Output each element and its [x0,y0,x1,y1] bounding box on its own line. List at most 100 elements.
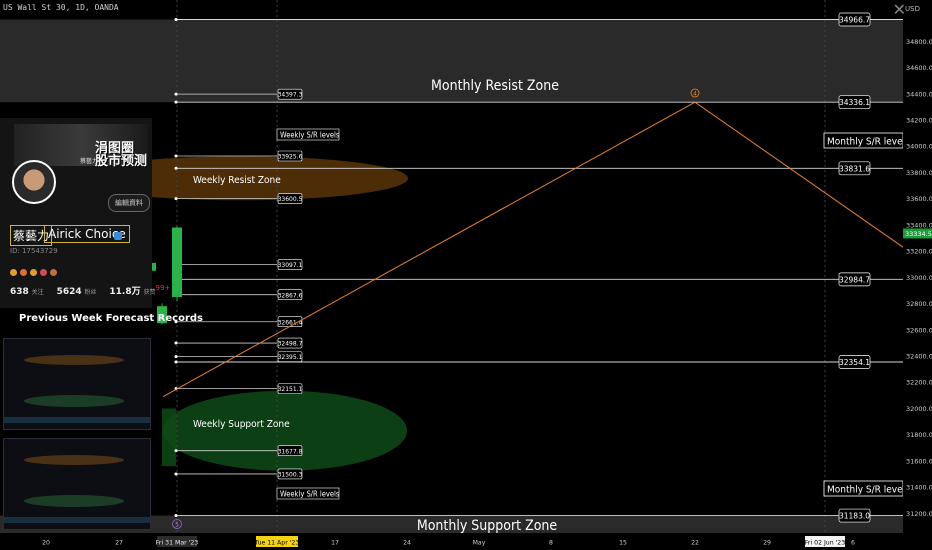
forecast-thumbnail[interactable] [3,338,151,430]
weekly-level-anchor [174,341,178,345]
weekly-level-label: 32867.6 [278,292,303,299]
price-tick-label: 33800.0 [906,169,932,177]
monthly-resist-zone-label: Monthly Resist Zone [431,78,559,94]
monthly-level-anchor [174,166,178,170]
badge-icon [40,269,47,276]
weekly-level-anchor [174,355,178,359]
price-tick-label: 34200.0 [906,117,932,125]
price-tick-label: 34000.0 [906,143,932,151]
time-tick-label: 20 [42,540,50,547]
time-tick-label: 15 [619,540,627,547]
projection-marker-label: 4 [693,91,697,98]
monthly-level-anchor [174,360,178,364]
price-tick-label: 32200.0 [906,379,932,387]
weekly-level-anchor [174,92,178,96]
price-tick-label: 32000.0 [906,405,932,413]
likes-label: 获赞 [143,289,156,296]
price-tick-label: 33000.0 [906,274,932,282]
symbol-title: US Wall St 30, 1D, OANDA [3,3,119,12]
followers-count: 5624 [56,287,82,297]
monthly-level-anchor [174,100,178,104]
time-tick-label: Fri 02 Jun '23 [805,540,845,547]
monthly-level-label: 33831.6 [839,164,870,173]
price-tick-label: 34400.0 [906,90,932,98]
price-tick-label: 31200.0 [906,510,932,518]
time-axis: 20 27 Fri 31 Mar '23 Tue 11 Apr '23 17 24 May 8… [0,533,903,550]
weekly-resist-zone-label: Weekly Resist Zone [193,175,281,186]
time-tick-label: 17 [331,540,339,547]
price-tick-label: 32800.0 [906,300,932,308]
monthly-sr-label-top: Monthly S/R levels [827,137,910,148]
weekly-level-anchor [174,197,178,201]
weekly-support-zone [163,390,407,471]
time-tick-label: May [473,540,486,547]
current-price-label: 33334.5 [905,230,932,238]
following-count: 638 [10,287,29,297]
time-tick-label: 24 [403,540,411,547]
weekly-level-anchor [174,154,178,158]
time-tick-label: Fri 31 Mar '23 [156,540,198,547]
time-tick-label: 27 [115,540,123,547]
monthly-sr-label-bottom: Monthly S/R levels [827,485,910,496]
badge-icon [50,269,57,276]
weekly-level-label: 32498.7 [278,341,303,348]
monthly-level-label: 34966.7 [839,16,870,25]
price-axis: 34800.0 34600.0 34400.0 34200.0 34000.0 33800… [903,0,932,550]
monthly-level-label: 31183.0 [839,512,870,521]
monthly-level-label: 34336.1 [839,98,870,107]
weekly-support-zone-edge [162,408,176,467]
weekly-support-zone-label: Weekly Support Zone [193,419,290,430]
weekly-level-label: 33925.6 [278,154,303,161]
followers-label: 粉丝 [84,289,97,296]
badge-icon [30,269,37,276]
price-tick-label: 34600.0 [906,64,932,72]
following-label: 关注 [31,289,44,296]
weekly-level-label: 32151.1 [278,386,303,393]
badge-icon [20,269,27,276]
monthly-level-anchor [174,514,178,518]
monthly-level-label: 32354.1 [839,358,870,367]
weekly-level-label: 32395.1 [278,354,303,361]
weekly-level-label: 34397.3 [278,92,303,99]
price-tick-label: 31600.0 [906,457,932,465]
monthly-level-label: 32984.7 [839,275,870,284]
weekly-sr-label-top: Weekly S/R levels [280,131,340,140]
weekly-level-anchor [174,472,178,476]
badge-row [10,261,60,280]
weekly-level-label: 33600.5 [278,196,303,203]
user-id: ID: 17543729 [10,247,58,255]
verified-icon [114,232,122,240]
weekly-level-label: 31500.3 [278,472,303,479]
previous-records-heading: Previous Week Forecast Records [19,313,204,324]
candle-body [172,227,182,297]
notification-badge: 99+ [155,284,171,292]
price-tick-label: 33400.0 [906,221,932,229]
price-tick-label: 31400.0 [906,484,932,492]
likes-count: 11.8万 [109,287,141,297]
weekly-level-label: 31677.8 [278,448,303,455]
monthly-level-anchor [174,18,178,21]
weekly-sr-label-bottom: Weekly S/R levels [280,490,340,499]
price-tick-label: 33600.0 [906,195,932,203]
price-tick-label: 32600.0 [906,326,932,334]
monthly-support-zone-label: Monthly Support Zone [417,518,558,534]
price-tick-label: 33200.0 [906,248,932,256]
time-tick-label: 29 [763,540,771,547]
close-icon[interactable]: ✕ [893,0,906,19]
avatar [12,160,56,204]
projection-line [162,101,904,398]
currency-label: USD [905,5,920,13]
banner-title: 涓图圈 股市预测 [95,141,148,169]
forecast-thumbnail[interactable] [3,438,151,530]
time-tick-label: 6 [851,540,855,547]
weekly-level-anchor [174,449,178,453]
time-tick-label: 22 [691,540,699,547]
time-tick-label: 8 [549,540,553,547]
badge-icon [10,269,17,276]
weekly-level-label: 32661.4 [278,319,303,326]
profile-stats: 638 关注 5624 粉丝 11.8万 获赞99+ [10,284,170,297]
banner-subtitle: 蔡藝力 [80,158,99,165]
weekly-level-label: 33097.1 [278,262,303,269]
price-tick-label: 34800.0 [906,38,932,46]
edit-profile-button[interactable]: 編輯資料 [108,194,150,212]
